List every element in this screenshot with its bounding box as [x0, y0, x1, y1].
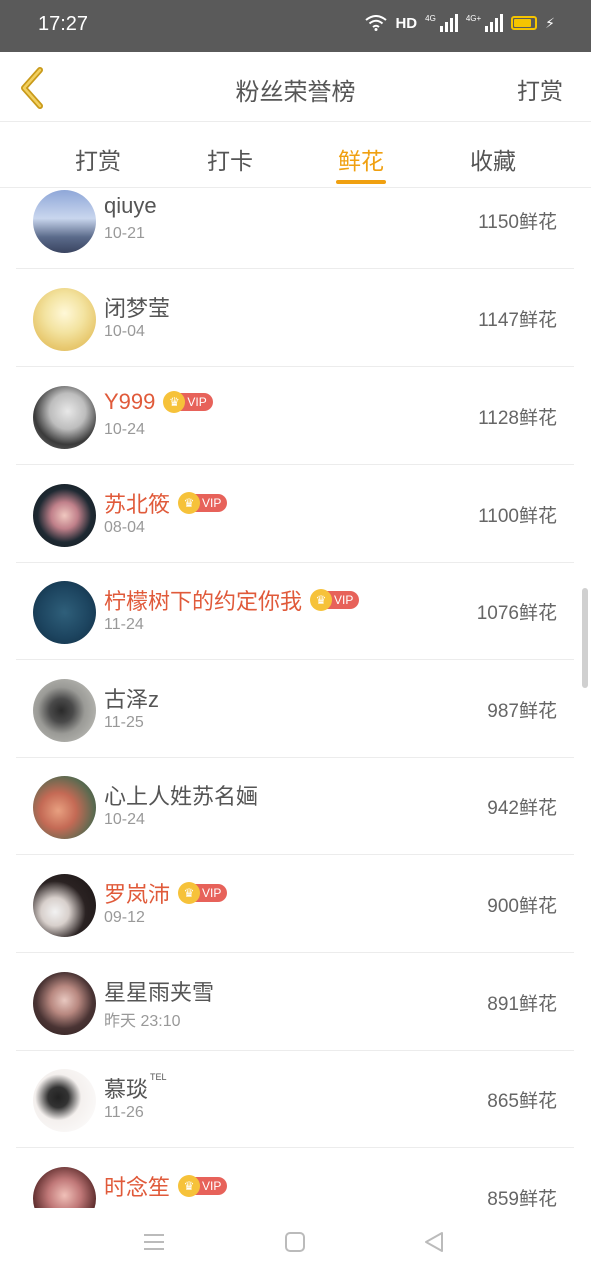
vip-badge: ♛ VIP — [178, 492, 228, 514]
tab-checkin[interactable]: 打卡 — [180, 142, 280, 176]
flower-count: 987鲜花 — [487, 701, 557, 722]
user-name[interactable]: 苏北筱 — [104, 487, 170, 519]
list-item[interactable]: 古泽z 11-25 987鲜花 — [16, 660, 574, 758]
vip-badge: ♛ VIP — [163, 391, 213, 413]
user-name[interactable]: 古泽z — [104, 682, 159, 714]
menu-icon — [144, 1234, 164, 1250]
header: 粉丝荣誉榜 打赏 — [0, 52, 591, 122]
tab-favorites[interactable]: 收藏 — [443, 142, 543, 176]
avatar[interactable] — [33, 1069, 96, 1132]
list-item[interactable]: 时念笙 ♛ VIP 859鲜花 — [16, 1148, 574, 1208]
user-name[interactable]: qiuye — [104, 193, 157, 219]
list-item[interactable]: 心上人姓苏名婳 10-24 942鲜花 — [16, 757, 574, 855]
battery-icon — [511, 16, 538, 30]
date-text: 10-24 — [104, 421, 145, 438]
flower-count: 1150鲜花 — [478, 212, 557, 233]
user-name[interactable]: 柠檬树下的约定你我 — [104, 584, 302, 616]
list-item[interactable]: 苏北筱 ♛ VIP 08-04 1100鲜花 — [16, 465, 574, 563]
vip-badge: ♛ VIP — [178, 882, 228, 904]
menu-button[interactable] — [141, 1230, 171, 1258]
user-name[interactable]: 罗岚沛 — [104, 877, 170, 909]
tab-reward[interactable]: 打赏 — [48, 142, 148, 176]
home-button[interactable] — [282, 1230, 312, 1258]
avatar[interactable] — [33, 972, 96, 1035]
system-back-button[interactable] — [421, 1230, 451, 1258]
avatar[interactable] — [33, 679, 96, 742]
status-bar: 17:27 HD 4G 4G+ ⚡ — [0, 0, 591, 52]
network-label: 4G — [425, 14, 436, 23]
list-item[interactable]: 慕琰 TEL 11-26 865鲜花 — [16, 1050, 574, 1148]
user-name[interactable]: 闭梦莹 — [104, 291, 170, 323]
crown-icon: ♛ — [178, 882, 201, 904]
list-item[interactable]: 柠檬树下的约定你我 ♛ VIP 11-24 1076鲜花 — [16, 562, 574, 660]
wifi-icon — [365, 15, 388, 31]
avatar[interactable] — [33, 1167, 96, 1208]
user-name[interactable]: 时念笙 — [104, 1170, 170, 1202]
crown-icon: ♛ — [310, 589, 333, 611]
hd-icon: HD — [395, 14, 418, 32]
vip-badge: ♛ VIP — [178, 1175, 228, 1197]
tab-flowers[interactable]: 鲜花 — [311, 142, 411, 184]
list-item[interactable]: 闭梦莹 10-04 1147鲜花 — [16, 269, 574, 367]
flower-count: 1076鲜花 — [476, 603, 557, 624]
avatar[interactable] — [33, 190, 96, 253]
tab-label: 打卡 — [207, 148, 253, 174]
signal-icon: 4G — [425, 14, 458, 32]
date-text: 10-04 — [104, 323, 145, 340]
date-text: 11-26 — [104, 1104, 144, 1121]
avatar[interactable] — [33, 581, 96, 644]
vip-badge: ♛ VIP — [310, 589, 360, 611]
date-text: 08-04 — [104, 519, 145, 536]
network-label-2: 4G+ — [465, 14, 482, 23]
avatar[interactable] — [33, 386, 96, 449]
flower-count: 1147鲜花 — [478, 310, 557, 331]
user-name[interactable]: 星星雨夹雪 — [104, 975, 214, 1007]
tab-label: 打赏 — [75, 148, 121, 174]
avatar[interactable] — [33, 288, 96, 351]
user-name[interactable]: Y999 — [104, 389, 155, 415]
home-square-icon — [285, 1232, 305, 1252]
page-title: 粉丝荣誉榜 — [235, 79, 356, 106]
flower-count: 865鲜花 — [487, 1091, 557, 1112]
fan-ranking-list[interactable]: qiuye 10-21 1150鲜花 闭梦莹 10-04 1147鲜花 Y999… — [0, 188, 591, 1208]
scrollbar[interactable] — [582, 588, 588, 688]
flower-count: 891鲜花 — [487, 994, 557, 1015]
date-text: 11-25 — [104, 714, 144, 731]
crown-icon: ♛ — [178, 1175, 201, 1197]
crown-icon: ♛ — [178, 492, 201, 514]
back-triangle-icon — [425, 1232, 443, 1252]
reward-button[interactable]: 打赏 — [517, 72, 563, 106]
status-time: 17:27 — [38, 13, 89, 35]
tab-label: 收藏 — [470, 148, 516, 174]
avatar[interactable] — [33, 484, 96, 547]
list-item[interactable]: 罗岚沛 ♛ VIP 09-12 900鲜花 — [16, 855, 574, 953]
flower-count: 859鲜花 — [487, 1189, 557, 1208]
flower-count: 942鲜花 — [487, 798, 557, 819]
flower-count: 1100鲜花 — [478, 506, 557, 527]
tab-bar: 打赏 打卡 鲜花 收藏 — [0, 122, 591, 188]
list-item[interactable]: 星星雨夹雪 昨天 23:10 891鲜花 — [16, 953, 574, 1051]
charging-icon: ⚡ — [545, 14, 555, 31]
tab-active-indicator — [336, 180, 386, 184]
date-text: 09-12 — [104, 909, 145, 926]
list-item[interactable]: qiuye 10-21 1150鲜花 — [16, 188, 574, 269]
flower-count: 900鲜花 — [487, 896, 557, 917]
date-text: 昨天 23:10 — [104, 1013, 181, 1030]
date-text: 10-24 — [104, 811, 145, 828]
date-text: 11-24 — [104, 616, 144, 633]
user-name[interactable]: 心上人姓苏名婳 — [104, 779, 258, 811]
list-item[interactable]: Y999 ♛ VIP 10-24 1128鲜花 — [16, 367, 574, 465]
date-text: 10-21 — [104, 225, 145, 242]
avatar[interactable] — [33, 874, 96, 937]
system-nav-bar — [0, 1208, 591, 1280]
status-icons: HD 4G 4G+ ⚡ — [365, 14, 555, 32]
tab-label: 鲜花 — [338, 148, 384, 174]
name-superscript: TEL — [150, 1072, 167, 1082]
flower-count: 1128鲜花 — [478, 408, 557, 429]
signal-icon-2: 4G+ — [465, 14, 504, 32]
avatar[interactable] — [33, 776, 96, 839]
user-name[interactable]: 慕琰 — [104, 1072, 148, 1104]
